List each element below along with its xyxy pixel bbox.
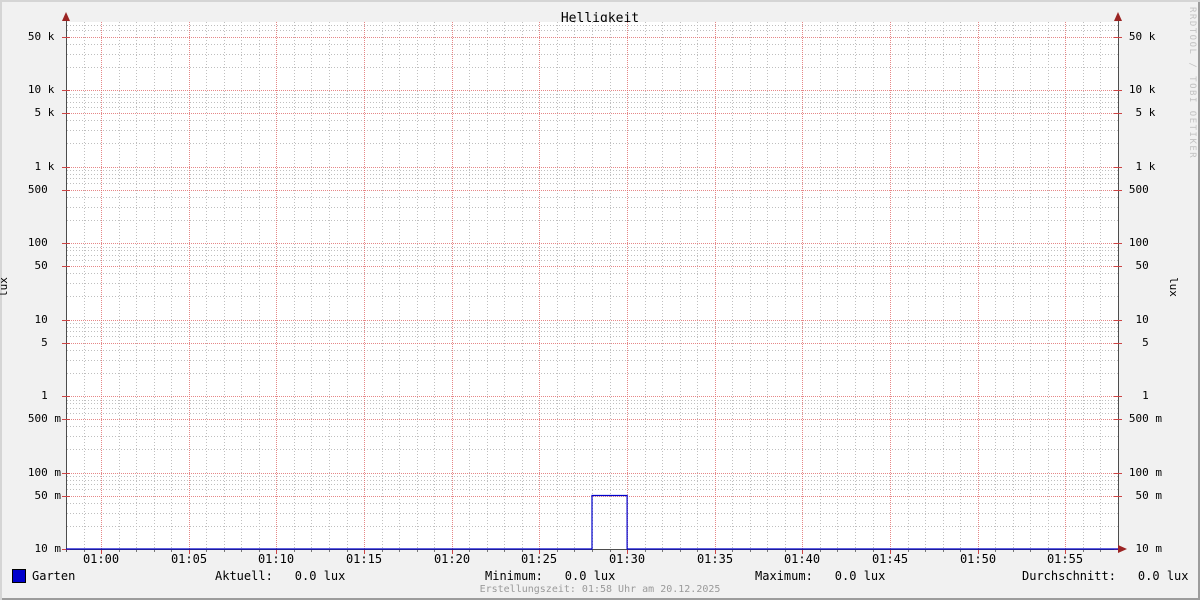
stat-minimum-label: Minimum:	[485, 569, 543, 583]
x-tick-label: 01:50	[959, 552, 997, 566]
y-tick-label-right: 5	[1142, 336, 1162, 349]
y-tick-label-left: 500 m	[27, 412, 61, 425]
y-tick-label-left: 5	[41, 336, 61, 349]
y-tick-label-right: 50	[1135, 259, 1162, 272]
y-tick-label-left: 10	[34, 313, 61, 326]
x-tick-label: 01:15	[345, 552, 383, 566]
stat-maximum-value: 0.0 lux	[834, 569, 886, 583]
y-axis-unit-left: lux	[0, 277, 10, 297]
stat-minimum: Minimum: 0.0 lux	[485, 568, 615, 584]
y-tick-label-left: 10 m	[34, 542, 62, 555]
y-axis-unit-right: lux	[1166, 277, 1180, 297]
y-tick-label-right: 500	[1128, 183, 1162, 196]
rrdtool-graph: Helligkeit 50 k 10 k 5 k 1 k 500 100 50 …	[0, 0, 1200, 600]
y-tick-label-right: 100 m	[1128, 466, 1162, 479]
series-color-swatch	[12, 569, 26, 583]
x-tick-label: 01:20	[433, 552, 471, 566]
legend-row: Garten Aktuell: 0.0 lux Minimum: 0.0 lux M…	[0, 568, 1200, 584]
x-tick-label: 01:10	[257, 552, 295, 566]
y-tick-label-left: 5 k	[34, 106, 61, 119]
stat-maximum: Maximum: 0.0 lux	[755, 568, 885, 584]
stat-maximum-label: Maximum:	[755, 569, 813, 583]
stat-durchschnitt-label: Durchschnitt:	[1022, 569, 1116, 583]
y-tick-label-right: 50 m	[1135, 489, 1163, 502]
rrdtool-watermark: RRDTOOL / TOBI OETIKER	[1187, 7, 1197, 160]
y-tick-label-left: 1	[41, 389, 61, 402]
stat-durchschnitt: Durchschnitt: 0.0 lux	[1022, 568, 1189, 584]
y-tick-label-right: 10 m	[1135, 542, 1163, 555]
y-tick-label-left: 500	[27, 183, 61, 196]
y-tick-label-right: 10	[1135, 313, 1162, 326]
y-tick-label-right: 10 k	[1128, 83, 1162, 96]
y-tick-label-left: 50 m	[34, 489, 62, 502]
y-tick-label-right: 100	[1128, 236, 1162, 249]
stat-minimum-value: 0.0 lux	[564, 569, 616, 583]
y-tick-label-right: 5 k	[1135, 106, 1162, 119]
x-tick-label: 01:45	[871, 552, 909, 566]
y-tick-label-right: 500 m	[1128, 412, 1162, 425]
x-tick-label: 01:05	[170, 552, 208, 566]
y-tick-label-left: 1 k	[34, 160, 61, 173]
x-tick-label: 01:40	[783, 552, 821, 566]
stat-durchschnitt-value: 0.0 lux	[1137, 569, 1189, 583]
x-tick-label: 01:25	[520, 552, 558, 566]
stat-aktuell-value: 0.0 lux	[294, 569, 346, 583]
plot-canvas	[62, 12, 1127, 554]
y-tick-label-left: 50 k	[27, 30, 61, 43]
y-axis-arrow-right	[1114, 12, 1122, 21]
x-tick-label: 01:30	[608, 552, 646, 566]
stat-aktuell: Aktuell: 0.0 lux	[215, 568, 345, 584]
x-tick-label: 01:55	[1046, 552, 1084, 566]
y-tick-label-right: 1	[1142, 389, 1162, 402]
y-tick-label-right: 1 k	[1135, 160, 1162, 173]
y-axis-arrow-left	[62, 12, 70, 21]
y-tick-label-left: 50	[34, 259, 61, 272]
y-tick-label-left: 10 k	[27, 83, 61, 96]
y-tick-label-right: 50 k	[1128, 30, 1162, 43]
x-tick-label: 01:00	[82, 552, 120, 566]
series-label: Garten	[32, 569, 76, 583]
creation-time-footer: Erstellungszeit: 01:58 Uhr am 20.12.2025	[479, 584, 721, 595]
y-tick-label-left: 100 m	[27, 466, 61, 479]
stat-aktuell-label: Aktuell:	[215, 569, 273, 583]
x-tick-label: 01:35	[696, 552, 734, 566]
y-tick-label-left: 100	[27, 236, 61, 249]
